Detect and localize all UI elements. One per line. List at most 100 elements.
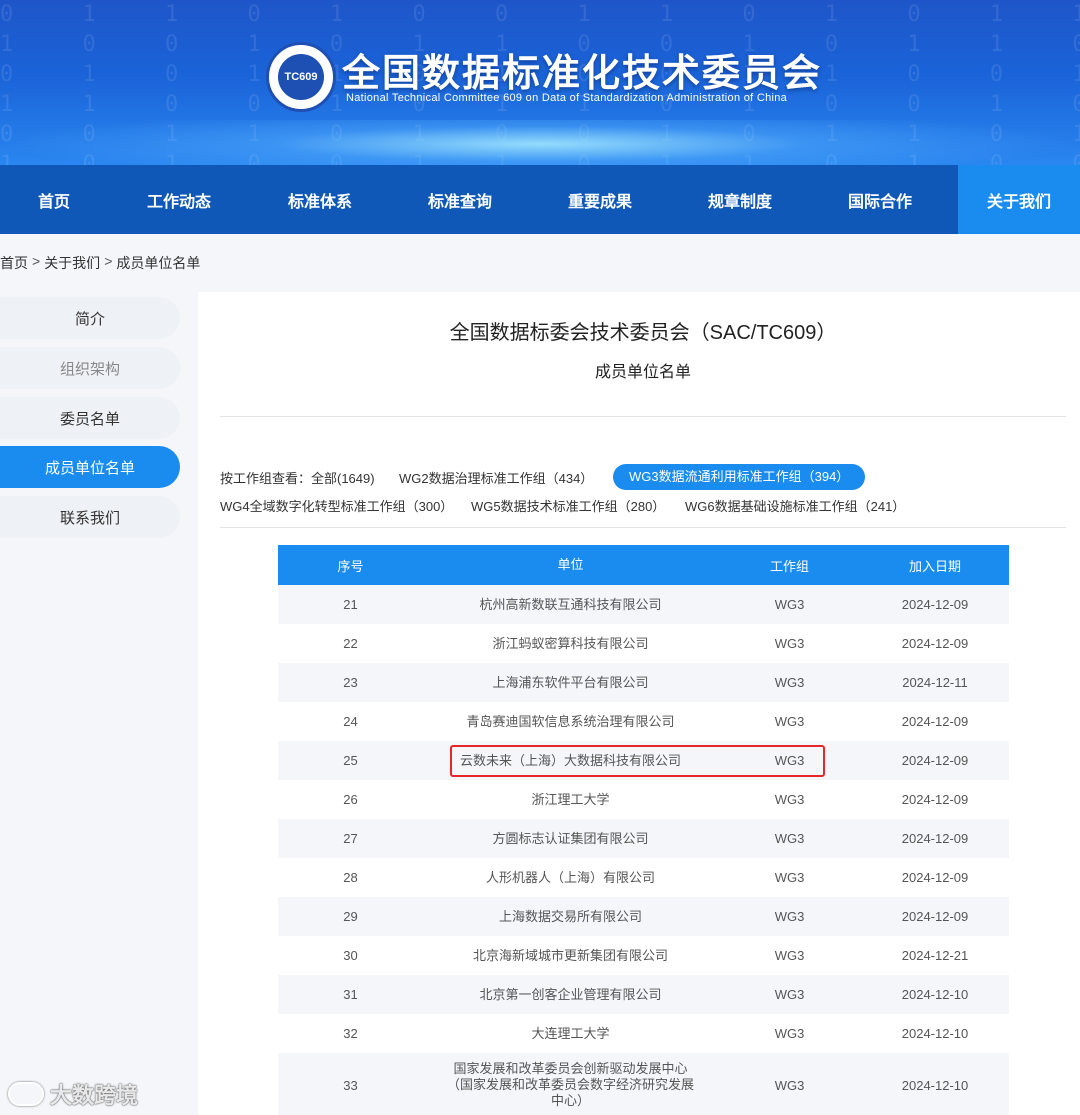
cell-index: 21 (343, 597, 358, 612)
watermark-logo-icon (8, 1082, 44, 1106)
sidebar-item-intro[interactable]: 简介 (0, 297, 180, 339)
logo-text: TC609 (278, 54, 324, 100)
nav-item-regulations[interactable]: 规章制度 (670, 165, 810, 234)
cell-unit: 北京海新域城市更新集团有限公司 (472, 947, 668, 963)
cell-work-group: WG3 (774, 714, 805, 729)
nav-item-about-us[interactable]: 关于我们 (958, 165, 1080, 234)
cell-join-date: 2024-12-10 (901, 987, 969, 1002)
divider (220, 416, 1066, 417)
cell-work-group: WG3 (774, 792, 805, 807)
cell-join-date: 2024-12-10 (901, 1077, 969, 1093)
cell-join-date: 2024-12-09 (901, 792, 969, 807)
cell-index: 33 (343, 1077, 358, 1093)
breadcrumb-current: 成员单位名单 (116, 255, 201, 271)
cell-index: 29 (343, 909, 358, 924)
table-row: 22 浙江蚂蚁密算科技有限公司 WG3 2024-12-09 (278, 624, 1009, 663)
cell-unit: 杭州高新数联互通科技有限公司 (479, 596, 662, 612)
table-row: 32 大连理工大学 WG3 2024-12-10 (278, 1014, 1009, 1053)
table-row: 24 青岛赛迪国软信息系统治理有限公司 WG3 2024-12-09 (278, 702, 1009, 741)
header-unit: 单位 (557, 557, 584, 572)
nav-item-standards-query[interactable]: 标准查询 (390, 165, 530, 234)
nav-item-home[interactable]: 首页 (0, 165, 108, 234)
cell-unit: 大连理工大学 (531, 1025, 610, 1041)
table-row: 30 北京海新域城市更新集团有限公司 WG3 2024-12-21 (278, 936, 1009, 975)
cell-unit: 青岛赛迪国软信息系统治理有限公司 (466, 713, 675, 729)
table-row: 33 国家发展和改革委员会创新驱动发展中心（国家发展和改革委员会数字经济研究发展中… (278, 1053, 1009, 1115)
cell-work-group: WG3 (774, 1077, 805, 1093)
site-title: 全国数据标准化技术委员会 (342, 53, 823, 95)
page-title: 全国数据标委会技术委员会（SAC/TC609） (449, 322, 837, 344)
cell-work-group: WG3 (774, 870, 805, 885)
filter-label: 按工作组查看： (220, 471, 312, 486)
banner-glow (0, 120, 1080, 165)
cell-index: 22 (343, 636, 358, 651)
cell-work-group: WG3 (774, 636, 805, 651)
table-row: 26 浙江理工大学 WG3 2024-12-09 (278, 780, 1009, 819)
filter-all[interactable]: 全部(1649) (311, 468, 375, 487)
header-banner: 0 1 1 0 1 0 0 1 1 0 1 0 1 1 0 0 1 0 1 0 … (0, 0, 1080, 165)
cell-join-date: 2024-12-09 (901, 714, 969, 729)
cell-unit: 人形机器人（上海）有限公司 (485, 869, 655, 885)
cell-work-group: WG3 (774, 675, 805, 690)
nav-item-achievements[interactable]: 重要成果 (530, 165, 670, 234)
breadcrumb: 首页 > 关于我们 > 成员单位名单 (0, 253, 200, 273)
cell-join-date: 2024-12-09 (901, 597, 969, 612)
filter-wg2[interactable]: WG2数据治理标准工作组（434） (399, 468, 593, 487)
cell-join-date: 2024-12-21 (901, 948, 969, 963)
nav-item-standards-system[interactable]: 标准体系 (250, 165, 390, 234)
cell-unit: 浙江蚂蚁密算科技有限公司 (492, 635, 649, 651)
filter-wg3[interactable]: WG3数据流通利用标准工作组（394） (613, 464, 866, 490)
sidebar-item-member-units[interactable]: 成员单位名单 (0, 446, 180, 488)
site-subtitle: National Technical Committee 609 on Data… (346, 92, 788, 104)
breadcrumb-about[interactable]: 关于我们 (44, 253, 100, 273)
cell-join-date: 2024-12-09 (901, 909, 969, 924)
logo-emblem-icon: TC609 (266, 42, 336, 112)
cell-unit: 云数未来（上海）大数据科技有限公司 (459, 752, 681, 768)
breadcrumb-home[interactable]: 首页 (0, 253, 28, 273)
cell-index: 24 (343, 714, 358, 729)
cell-unit: 上海浦东软件平台有限公司 (492, 674, 649, 690)
cell-join-date: 2024-12-09 (901, 831, 969, 846)
breadcrumb-separator: > (32, 253, 41, 269)
member-units-table: 序号 单位 工作组 加入日期 21 杭州高新数联互通科技有限公司 WG3 2024-1… (278, 545, 1009, 1115)
sidebar-item-organization[interactable]: 组织架构 (0, 347, 180, 389)
cell-index: 23 (343, 675, 358, 690)
table-body: 21 杭州高新数联互通科技有限公司 WG3 2024-12-09 22 浙江蚂蚁密算科技有… (278, 585, 1009, 1115)
cell-index: 26 (343, 792, 358, 807)
table-row: 28 人形机器人（上海）有限公司 WG3 2024-12-09 (278, 858, 1009, 897)
page-subtitle: 成员单位名单 (594, 364, 691, 381)
cell-work-group: WG3 (774, 987, 805, 1002)
cell-unit: 上海数据交易所有限公司 (498, 908, 642, 924)
cell-index: 32 (343, 1026, 358, 1041)
cell-unit: 方圆标志认证集团有限公司 (492, 830, 649, 846)
sidebar-item-contact[interactable]: 联系我们 (0, 496, 180, 538)
nav-item-international[interactable]: 国际合作 (810, 165, 950, 234)
filter-wg6[interactable]: WG6数据基础设施标准工作组（241） (685, 496, 905, 515)
header-join-date: 加入日期 (908, 558, 961, 574)
table-row: 31 北京第一创客企业管理有限公司 WG3 2024-12-10 (278, 975, 1009, 1014)
cell-join-date: 2024-12-11 (902, 675, 968, 690)
breadcrumb-separator: > (104, 253, 113, 269)
table-row: 25 云数未来（上海）大数据科技有限公司 WG3 2024-12-09 (278, 741, 1009, 780)
cell-index: 31 (343, 987, 358, 1002)
nav-item-work-news[interactable]: 工作动态 (108, 165, 250, 234)
filter-wg5[interactable]: WG5数据技术标准工作组（280） (471, 496, 665, 515)
cell-index: 27 (343, 831, 358, 846)
cell-unit: 浙江理工大学 (531, 791, 610, 807)
divider (220, 527, 1066, 528)
sidebar-item-committee-members[interactable]: 委员名单 (0, 397, 180, 439)
cell-work-group: WG3 (774, 1026, 805, 1041)
table-row: 29 上海数据交易所有限公司 WG3 2024-12-09 (278, 897, 1009, 936)
cell-index: 25 (343, 753, 358, 768)
cell-index: 30 (343, 948, 358, 963)
filter-wg4[interactable]: WG4全域数字化转型标准工作组（300） (220, 496, 453, 515)
site-logo[interactable]: TC609 (266, 42, 336, 112)
cell-join-date: 2024-12-10 (901, 1026, 969, 1041)
cell-unit: 国家发展和改革委员会创新驱动发展中心（国家发展和改革委员会数字经济研究发展中心） (446, 1061, 694, 1108)
table-row: 23 上海浦东软件平台有限公司 WG3 2024-12-11 (278, 663, 1009, 702)
cell-unit: 北京第一创客企业管理有限公司 (479, 986, 662, 1002)
cell-work-group: WG3 (774, 948, 805, 963)
main-nav: 首页 工作动态 标准体系 标准查询 重要成果 规章制度 国际合作 关于我们 (0, 165, 1080, 234)
header-index: 序号 (337, 558, 364, 574)
table-row: 27 方圆标志认证集团有限公司 WG3 2024-12-09 (278, 819, 1009, 858)
